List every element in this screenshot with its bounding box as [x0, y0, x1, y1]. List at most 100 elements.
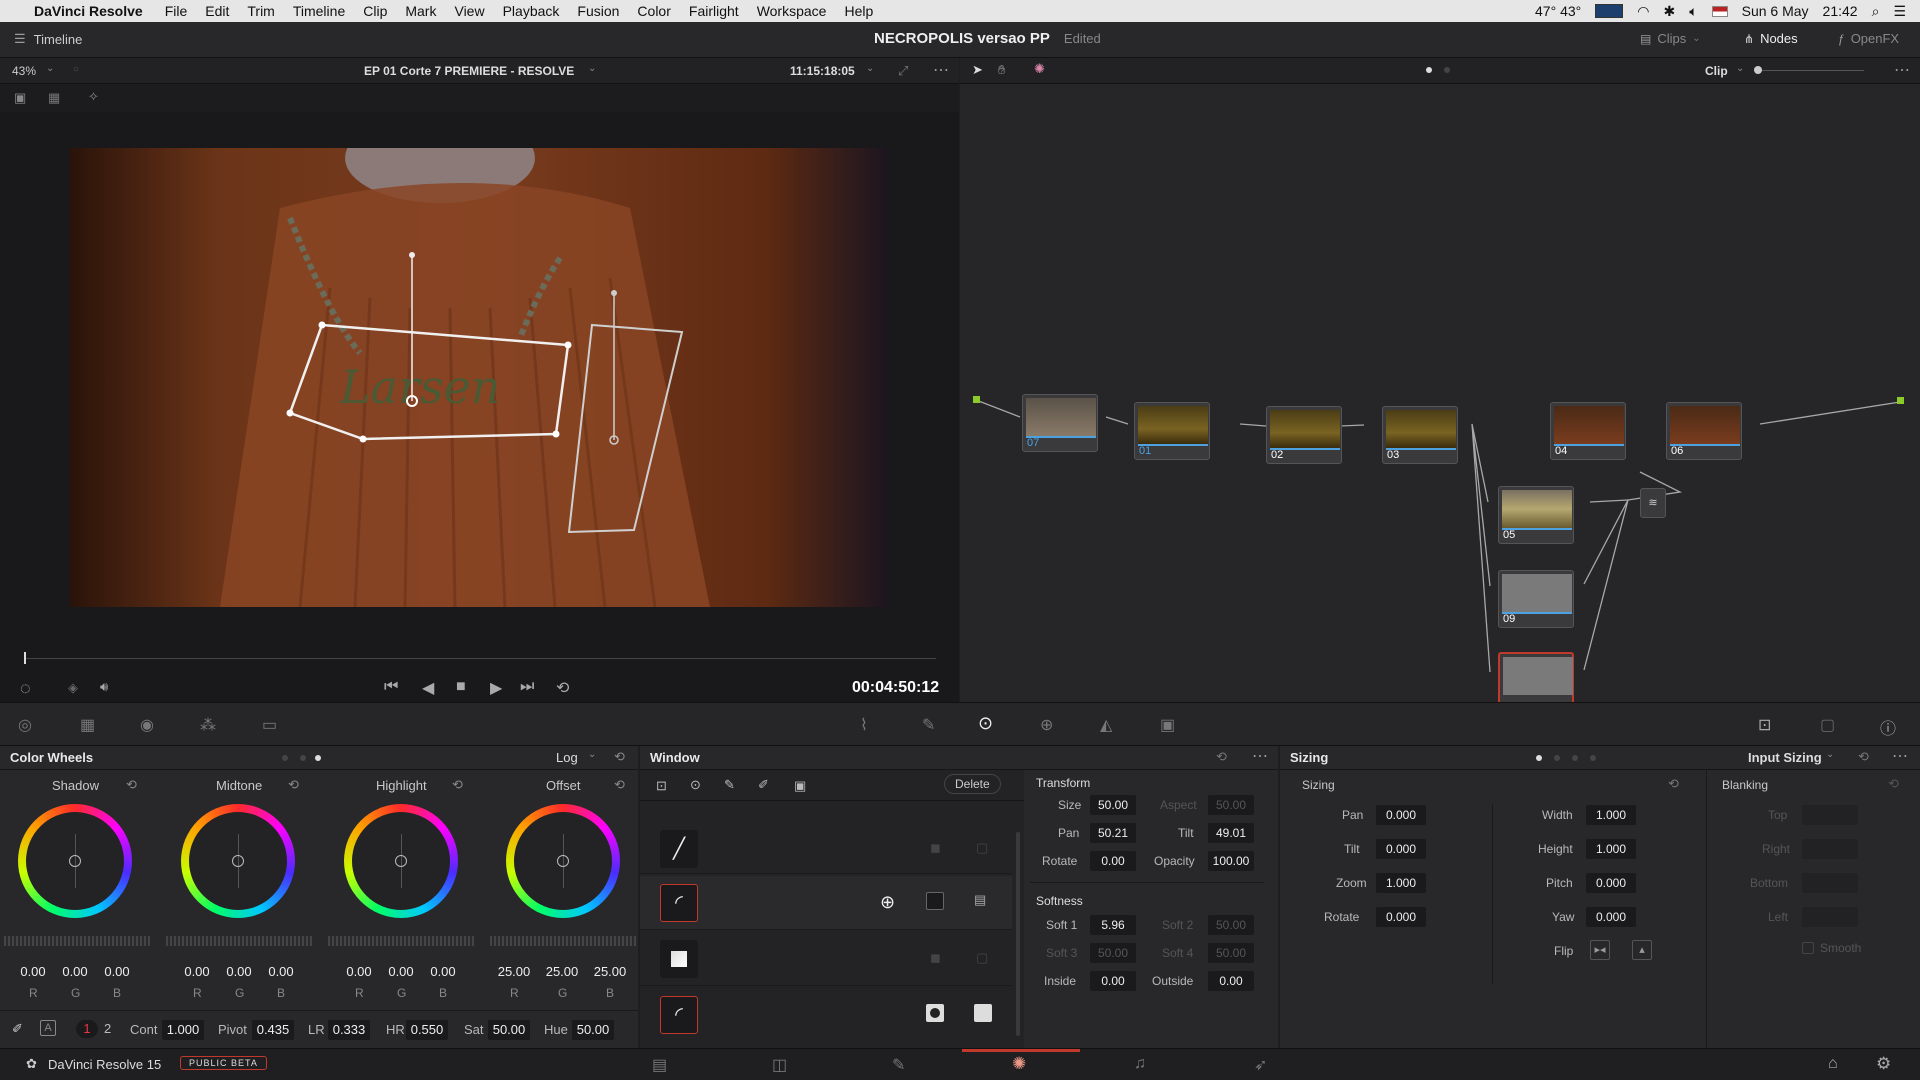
loop-icon[interactable]: ⟲ [556, 678, 569, 698]
opacity-field[interactable]: 100.00 [1208, 851, 1254, 871]
color-dots-icon[interactable]: ✺ [1034, 61, 1045, 77]
video-frame[interactable]: Larsen [70, 148, 889, 607]
split-view-icon[interactable]: ▣ [14, 90, 26, 106]
more-options-icon[interactable]: ⋯ [933, 60, 949, 80]
linear-window-icon[interactable]: ╱ [660, 830, 698, 868]
offset-master-slider[interactable] [490, 936, 636, 946]
curve-window-icon[interactable]: ◜ [660, 996, 698, 1034]
sizing-tilt-field[interactable]: 0.000 [1376, 839, 1426, 859]
sizing-zoom-field[interactable]: 1.000 [1376, 873, 1426, 893]
temperature-readout[interactable]: 47° 43° [1535, 3, 1581, 19]
chevron-down-icon[interactable]: ⌄ [866, 63, 874, 74]
sizing-yaw-field[interactable]: 0.000 [1586, 907, 1636, 927]
shadow-b[interactable]: 0.00 [98, 962, 136, 982]
node-02[interactable]: 02 [1266, 406, 1342, 464]
key-icon[interactable]: ▣ [1160, 715, 1175, 735]
node-04[interactable]: 04 [1550, 402, 1626, 460]
invert-toggle[interactable] [926, 892, 944, 910]
menu-fairlight[interactable]: Fairlight [680, 3, 748, 19]
window-row-linear[interactable]: ╱ ◼ ▢ [640, 822, 1012, 874]
page-dot[interactable] [315, 755, 321, 761]
rgb-mixer-icon[interactable]: ⁂ [200, 715, 216, 735]
chevron-down-icon[interactable]: ⌄ [46, 63, 54, 74]
more-options-icon[interactable]: ⋯ [1892, 746, 1908, 766]
reset-icon[interactable]: ⟲ [288, 777, 299, 793]
shadow-master-slider[interactable] [4, 936, 150, 946]
midtone-b[interactable]: 0.00 [262, 962, 300, 982]
window-row-curve-active[interactable]: ◜ ⊕ ▤ [640, 876, 1012, 930]
scrubber-track[interactable] [24, 658, 936, 659]
spotlight-icon[interactable]: ⌕ [1872, 3, 1880, 20]
qualifier-icon[interactable]: ✎ [922, 715, 935, 735]
offset-r[interactable]: 25.00 [492, 962, 536, 982]
reverse-play-icon[interactable]: ◀ [422, 678, 434, 698]
motion-effects-icon[interactable]: ▭ [262, 715, 277, 735]
menu-fusion[interactable]: Fusion [568, 3, 628, 19]
volume-icon[interactable]: 🔊︎ [100, 679, 108, 695]
info-icon[interactable]: ⓘ [1880, 715, 1896, 739]
pointer-icon[interactable]: ➤ [972, 62, 983, 78]
output-pin[interactable] [1897, 397, 1904, 404]
inside-field[interactable]: 0.00 [1090, 971, 1136, 991]
midtone-wheel[interactable] [181, 804, 295, 918]
node-selected[interactable] [1498, 652, 1574, 702]
gallery-icon[interactable]: ▦ [48, 90, 60, 106]
reset-icon[interactable]: ⟲ [452, 777, 463, 793]
chevron-down-icon[interactable]: ⌄ [588, 63, 596, 74]
menu-color[interactable]: Color [628, 3, 679, 19]
clips-button[interactable]: ▤ Clips ⌄ [1640, 31, 1701, 46]
page-dot[interactable] [1590, 755, 1596, 761]
sizing-height-field[interactable]: 1.000 [1586, 839, 1636, 859]
reset-icon[interactable]: ⟲ [126, 777, 137, 793]
pan-field[interactable]: 50.21 [1090, 823, 1136, 843]
go-to-end-icon[interactable]: ⏭ [520, 678, 534, 696]
reset-icon[interactable]: ⟲ [1888, 776, 1899, 792]
soft3-field[interactable]: 50.00 [1090, 943, 1136, 963]
midtone-g[interactable]: 0.00 [220, 962, 258, 982]
menu-clip[interactable]: Clip [354, 3, 396, 19]
clip-name[interactable]: EP 01 Corte 7 PREMIERE - RESOLVE [364, 64, 574, 78]
menubar-time[interactable]: 21:42 [1823, 3, 1858, 19]
highlight-g[interactable]: 0.00 [382, 962, 420, 982]
page-2-button[interactable]: 2 [104, 1021, 111, 1036]
menu-playback[interactable]: Playback [494, 3, 569, 19]
reset-icon[interactable]: ⟲ [1668, 776, 1679, 792]
blanking-left-field[interactable] [1802, 907, 1858, 927]
saturation-field[interactable]: 50.00 [488, 1020, 530, 1040]
tracker-icon[interactable]: ⊕ [1040, 715, 1053, 735]
menu-view[interactable]: View [445, 3, 493, 19]
gradient-window-icon[interactable] [660, 940, 698, 978]
pivot-field[interactable]: 0.435 [252, 1020, 294, 1040]
square-window-icon[interactable]: ⊡ [656, 778, 667, 794]
lum-mix-field[interactable]: 0.333 [328, 1020, 370, 1040]
page-1-button[interactable]: 1 [76, 1020, 98, 1038]
volume-icon[interactable]: 🔈︎ [1689, 3, 1697, 20]
menu-file[interactable]: File [156, 3, 197, 19]
blur-icon[interactable]: ◭ [1100, 715, 1112, 735]
offset-wheel[interactable] [506, 804, 620, 918]
3d-icon[interactable]: ▢ [1820, 715, 1835, 735]
flag-icon[interactable] [1711, 5, 1728, 17]
tilt-field[interactable]: 49.01 [1208, 823, 1254, 843]
node-zoom-handle[interactable] [1754, 66, 1762, 74]
sizing-rotate-field[interactable]: 0.000 [1376, 907, 1426, 927]
source-timecode[interactable]: 11:15:18:05 [790, 64, 855, 78]
node-zoom-slider[interactable] [1754, 70, 1864, 71]
curve-window-icon[interactable]: ◜ [660, 884, 698, 922]
node-mode-dropdown[interactable]: Clip [1705, 64, 1728, 78]
home-icon[interactable]: ⌂ [1828, 1055, 1838, 1073]
delete-window-button[interactable]: Delete [944, 774, 1001, 794]
sizing-mode-dropdown[interactable]: Input Sizing [1748, 750, 1822, 765]
deliver-page-icon[interactable]: ➶ [1254, 1055, 1267, 1075]
page-dot[interactable] [1554, 755, 1560, 761]
node-06[interactable]: 06 [1666, 402, 1742, 460]
curve-window-icon[interactable]: ✐ [758, 777, 769, 793]
camera-raw-icon[interactable]: ◎ [18, 715, 32, 735]
midtone-master-slider[interactable] [166, 936, 312, 946]
rotate-field[interactable]: 0.00 [1090, 851, 1136, 871]
mask-toggle[interactable]: ▢ [976, 950, 988, 966]
wifi-icon[interactable]: ◠ [1637, 3, 1649, 20]
chevron-down-icon[interactable]: ⌄ [588, 749, 596, 760]
color-wheels-icon[interactable]: ◉ [140, 715, 154, 735]
flip-vertical-icon[interactable]: ▴ [1632, 940, 1652, 960]
